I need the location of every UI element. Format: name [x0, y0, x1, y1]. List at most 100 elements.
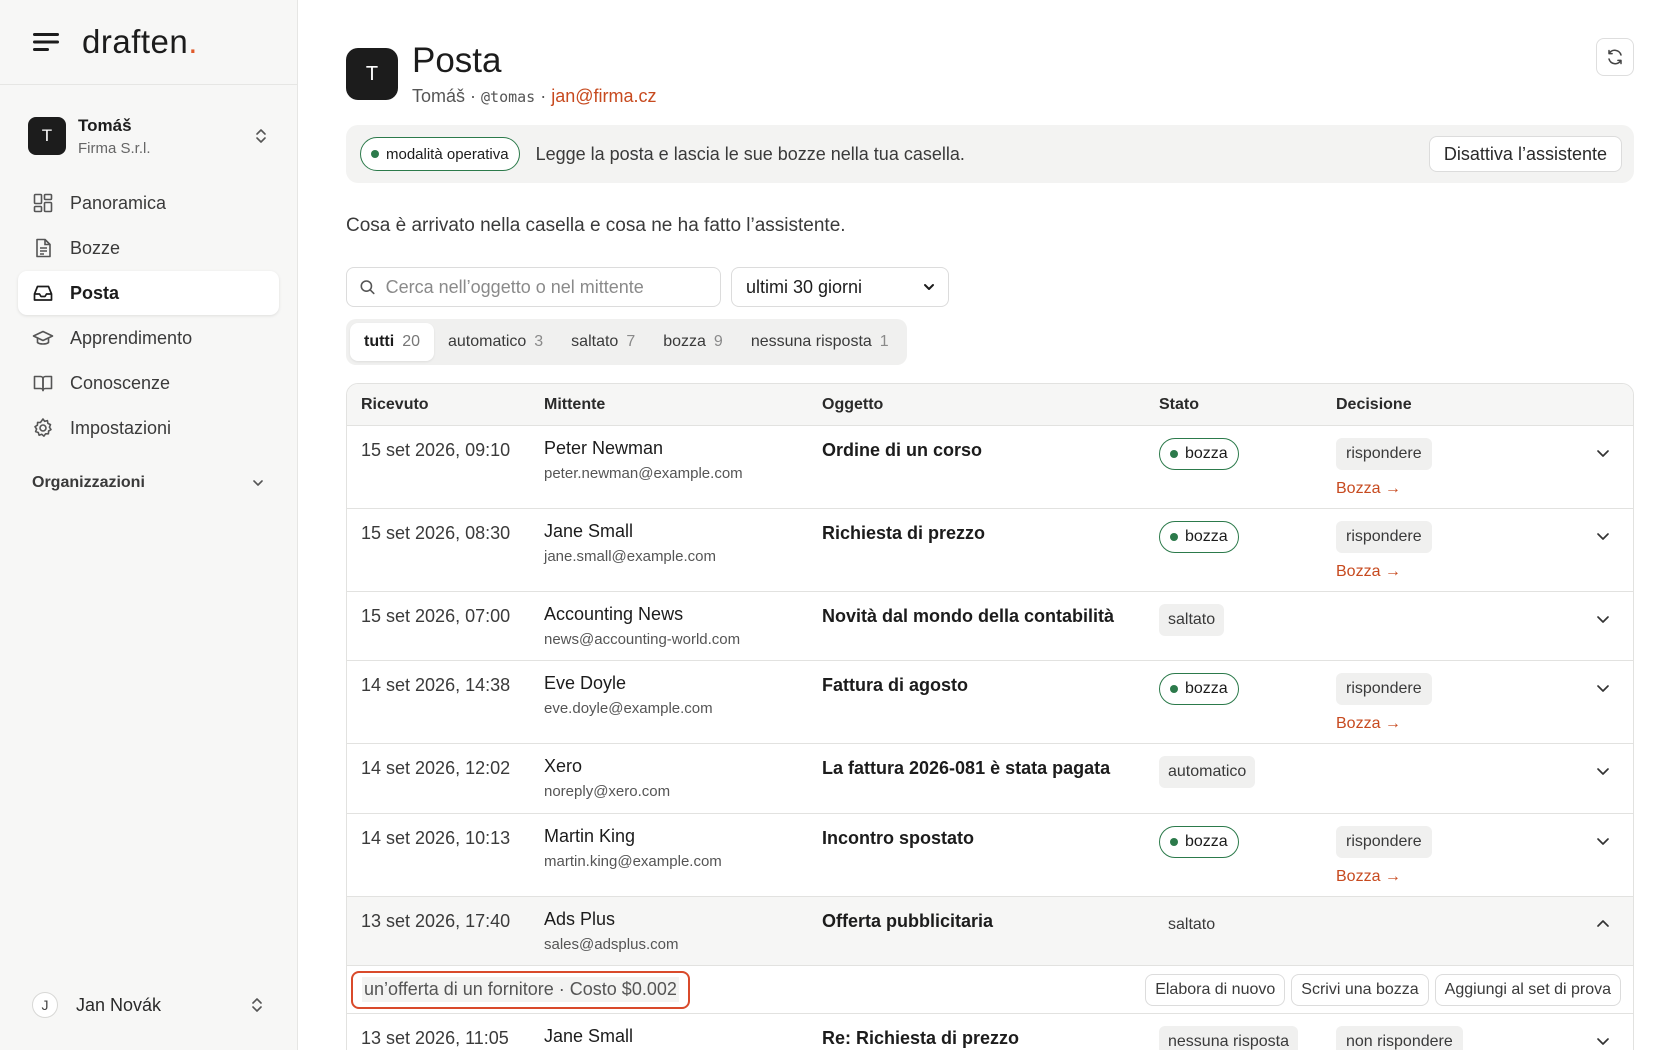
decision-badge: non rispondere	[1336, 1026, 1463, 1050]
refresh-icon	[1608, 49, 1622, 65]
sender-email: eve.doyle@example.com	[544, 700, 713, 717]
column-header-decision[interactable]: Decisione	[1336, 396, 1573, 414]
workspace-switcher[interactable]: T Tomáš Firma S.r.l.	[18, 105, 279, 167]
tab-count: 20	[402, 333, 420, 350]
chevron-down-icon[interactable]	[1594, 610, 1612, 628]
filter-bar: ultimi 30 giorni	[346, 267, 1634, 307]
sidebar-nav: Panoramica Bozze Posta Apprendimento Con…	[0, 181, 297, 450]
sender-name: Peter Newman	[544, 438, 664, 458]
subject-cell: Re: Richiesta di prezzo	[822, 1028, 1020, 1048]
table-row[interactable]: 14 set 2026, 14:38 Eve Doyle eve.doyle@ex…	[347, 661, 1633, 744]
sender-name: Jane Small	[544, 1026, 634, 1046]
column-header-sender[interactable]: Mittente	[544, 396, 822, 414]
tab-label: automatico	[448, 333, 527, 350]
sender-email: sales@adsplus.com	[544, 936, 679, 953]
mailbox-info: Tomáš · @tomas · jan@firma.cz	[412, 86, 1596, 107]
decision-badge: rispondere	[1336, 826, 1432, 858]
mailbox-email-link[interactable]: jan@firma.cz	[551, 86, 656, 106]
chevron-down-icon[interactable]	[1594, 527, 1612, 545]
tab-label: saltato	[571, 333, 619, 350]
user-avatar: J	[32, 992, 58, 1018]
tab-bozza[interactable]: bozza 9	[649, 323, 737, 361]
status-dot	[1170, 533, 1178, 541]
brand-bar: draften.	[0, 0, 297, 85]
column-header-subject[interactable]: Oggetto	[822, 396, 1159, 414]
status-badge: saltato	[1168, 916, 1216, 933]
organizations-label: Organizzazioni	[32, 474, 145, 491]
separator: ·	[465, 86, 482, 106]
tab-count: 7	[626, 333, 636, 350]
chevron-down-icon[interactable]	[1594, 444, 1612, 462]
table-row[interactable]: 15 set 2026, 09:10 Peter Newman peter.new…	[347, 426, 1633, 509]
table-row-expanded[interactable]: 13 set 2026, 17:40 Ads Plus sales@adsplus…	[347, 897, 1633, 966]
page-header: T Posta Tomáš · @tomas · jan@firma.cz	[346, 0, 1634, 107]
sender-name: Eve Doyle	[544, 673, 627, 693]
row-detail-actions: un’offerta di un fornitore · Costo $0.00…	[347, 966, 1633, 1014]
status-dot	[1170, 450, 1178, 458]
write-draft-button[interactable]: Scrivi una bozza	[1291, 973, 1429, 1006]
classification-cost-text: un’offerta di un fornitore · Costo $0.00…	[362, 977, 679, 1002]
received-cell: 13 set 2026, 17:40	[361, 911, 511, 931]
search-box[interactable]	[346, 267, 721, 307]
table-row[interactable]: 13 set 2026, 11:05 Jane Small Re: Richie…	[347, 1014, 1633, 1050]
sidebar-item-bozze[interactable]: Bozze	[18, 226, 279, 270]
table-row[interactable]: 15 set 2026, 08:30 Jane Small jane.small@…	[347, 509, 1633, 592]
sender-name: Xero	[544, 756, 583, 776]
chevron-up-icon[interactable]	[1594, 915, 1612, 933]
chevron-down-icon[interactable]	[1594, 1032, 1612, 1050]
book-icon	[33, 375, 53, 392]
graduation-cap-icon	[32, 330, 54, 345]
draft-link[interactable]: Bozza →	[1336, 480, 1573, 498]
add-to-test-set-button[interactable]: Aggiungi al set di prova	[1434, 973, 1621, 1006]
sender-name: Martin King	[544, 826, 636, 846]
assistant-banner: modalità operativa Legge la posta e lasc…	[346, 125, 1634, 183]
user-switcher[interactable]: J Jan Novák	[18, 980, 279, 1030]
chevron-down-icon[interactable]	[1594, 762, 1612, 780]
period-select[interactable]: ultimi 30 giorni	[731, 267, 949, 307]
status-badge: nessuna risposta	[1159, 1026, 1298, 1050]
search-input[interactable]	[385, 276, 708, 298]
organizations-section[interactable]: Organizzazioni	[18, 468, 279, 498]
reprocess-button[interactable]: Elabora di nuovo	[1145, 973, 1286, 1006]
tab-automatico[interactable]: automatico 3	[434, 323, 557, 361]
decision-badge: rispondere	[1336, 673, 1432, 705]
tab-tutti[interactable]: tutti 20	[350, 323, 434, 361]
status-label: bozza	[1185, 833, 1228, 850]
draft-link[interactable]: Bozza →	[1336, 715, 1573, 733]
table-row[interactable]: 14 set 2026, 12:02 Xero noreply@xero.com …	[347, 744, 1633, 814]
table-row[interactable]: 14 set 2026, 10:13 Martin King martin.kin…	[347, 814, 1633, 897]
sidebar-item-apprendimento[interactable]: Apprendimento	[18, 316, 279, 360]
tab-count: 9	[713, 333, 723, 350]
table-row[interactable]: 15 set 2026, 07:00 Accounting News news@a…	[347, 592, 1633, 661]
separator: ·	[535, 86, 552, 106]
status-label: bozza	[1185, 680, 1228, 697]
app-logo[interactable]: draften.	[82, 23, 198, 61]
refresh-button[interactable]	[1596, 38, 1634, 76]
column-header-status[interactable]: Stato	[1159, 396, 1336, 414]
sidebar-item-posta[interactable]: Posta	[18, 271, 279, 315]
draft-link[interactable]: Bozza →	[1336, 563, 1573, 581]
disable-assistant-button[interactable]: Disattiva l’assistente	[1428, 136, 1622, 172]
draft-link[interactable]: Bozza →	[1336, 868, 1573, 886]
sidebar-item-conoscenze[interactable]: Conoscenze	[18, 361, 279, 405]
status-label: bozza	[1185, 528, 1228, 545]
mailbox-handle: @tomas	[481, 88, 536, 106]
column-header-received[interactable]: Ricevuto	[347, 396, 544, 414]
sidebar-item-impostazioni[interactable]: Impostazioni	[18, 406, 279, 450]
sender-email: noreply@xero.com	[544, 783, 671, 800]
menu-icon[interactable]	[32, 30, 60, 54]
search-icon	[360, 280, 375, 295]
workspace-org: Firma S.r.l.	[78, 139, 151, 157]
decision-badge: rispondere	[1336, 438, 1432, 470]
main-content: T Posta Tomáš · @tomas · jan@firma.cz mo…	[346, 0, 1634, 1050]
chevron-down-icon	[253, 480, 263, 486]
tab-saltato[interactable]: saltato 7	[557, 323, 649, 361]
sidebar-item-panoramica[interactable]: Panoramica	[18, 181, 279, 225]
chevron-up-down-icon	[256, 129, 266, 143]
page-title: Posta	[412, 41, 502, 80]
chevron-down-icon[interactable]	[1594, 679, 1612, 697]
chevron-down-icon[interactable]	[1594, 832, 1612, 850]
status-badge: bozza	[1159, 673, 1239, 705]
status-badge: bozza	[1159, 826, 1239, 858]
tab-nessuna-risposta[interactable]: nessuna risposta 1	[737, 323, 903, 361]
